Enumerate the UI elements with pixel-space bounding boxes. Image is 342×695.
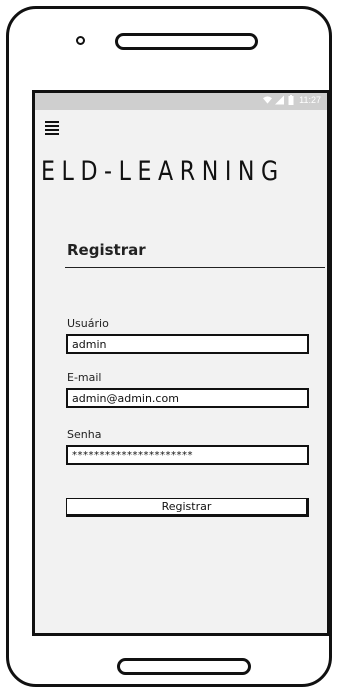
menu-icon[interactable] [45,121,59,135]
speaker-slot [115,33,258,50]
phone-frame: 11:27 ELD-LEARNING Registrar Usuário E-m… [6,6,332,687]
username-label: Usuário [67,317,109,330]
app-title: ELD-LEARNING [41,156,285,187]
password-field[interactable] [66,445,309,465]
status-bar: 11:27 [35,93,327,110]
status-icons: 11:27 [263,95,321,105]
home-button[interactable] [117,658,251,675]
email-field[interactable] [66,388,309,408]
battery-icon [288,95,294,105]
phone-screen: 11:27 ELD-LEARNING Registrar Usuário E-m… [32,90,330,636]
password-label: Senha [67,428,102,441]
username-field[interactable] [66,334,309,354]
title-divider [65,267,325,268]
status-time: 11:27 [299,95,321,105]
wifi-icon [263,96,273,104]
email-label: E-mail [67,371,102,384]
page-title: Registrar [67,241,146,259]
signal-icon [275,95,285,105]
register-button[interactable]: Registrar [66,498,309,517]
camera-icon [76,36,85,45]
